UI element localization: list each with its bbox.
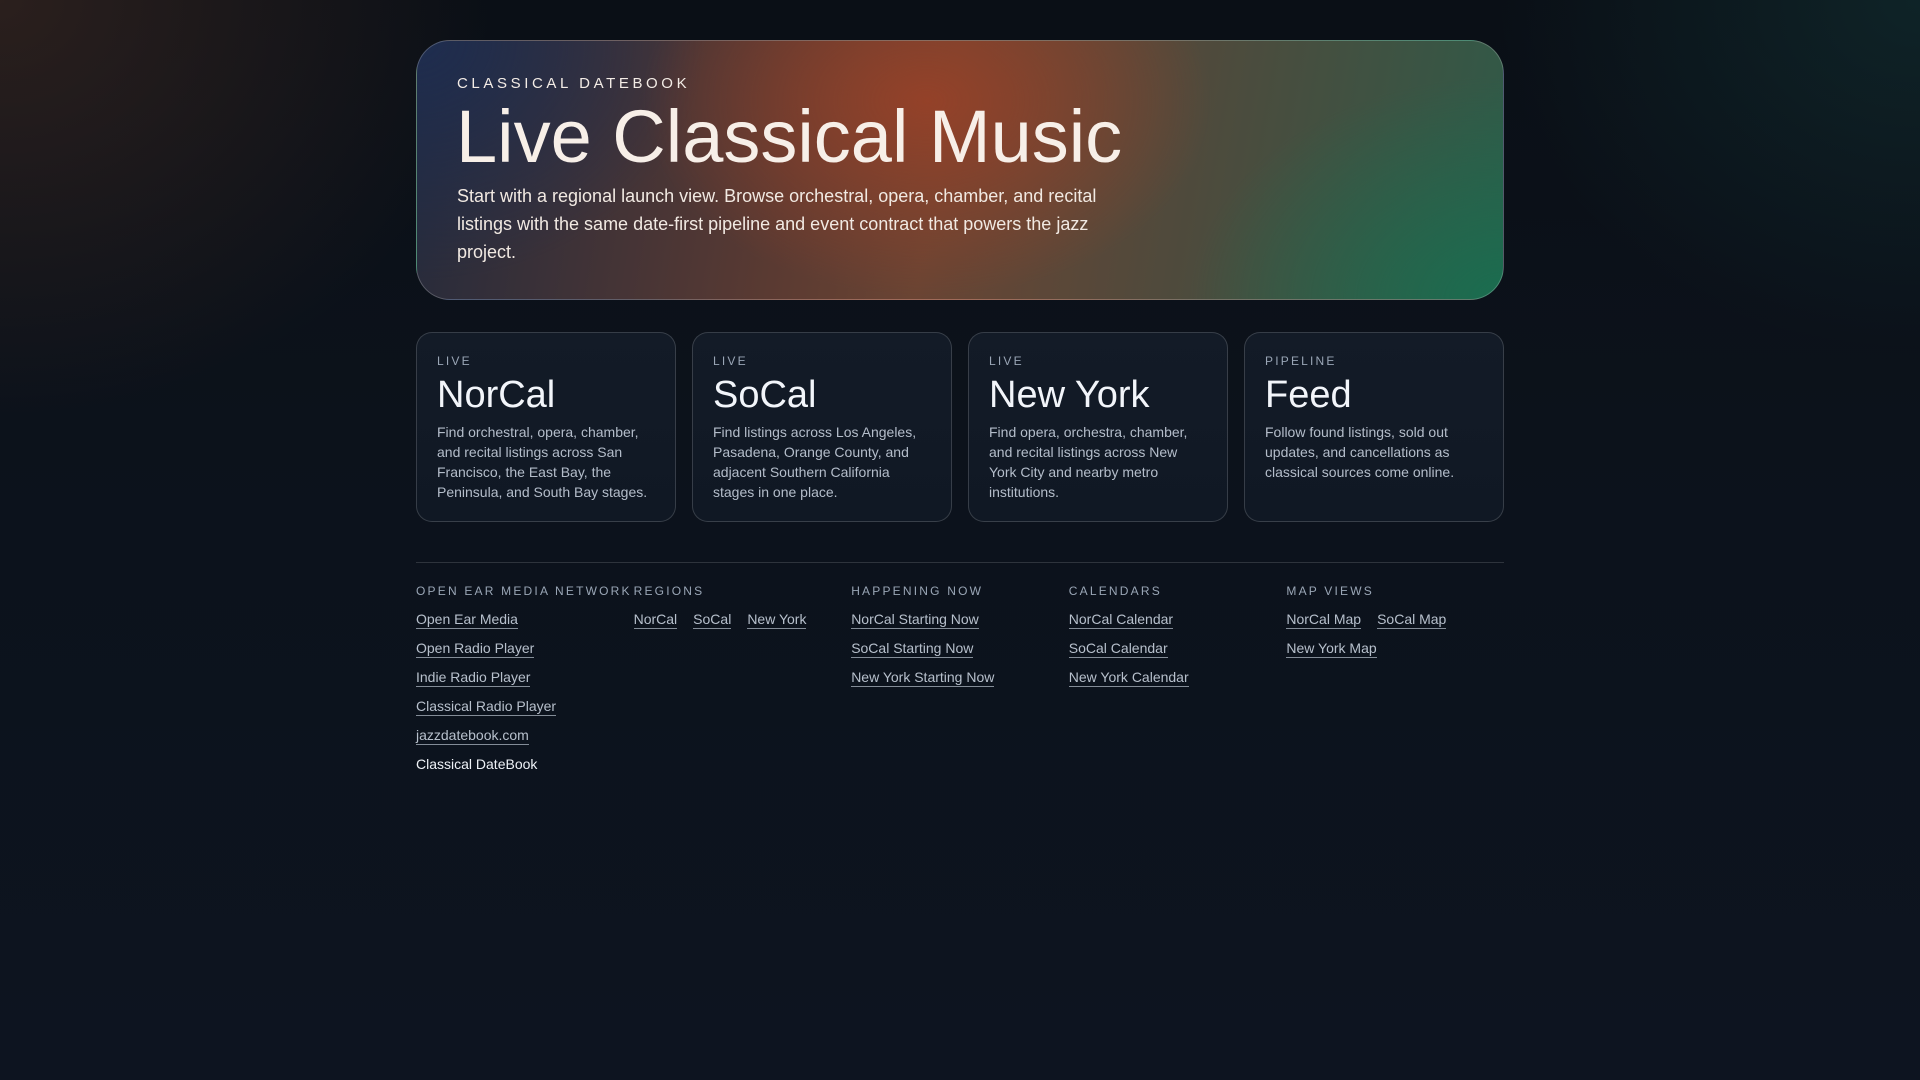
- link-new-york-map[interactable]: New York Map: [1286, 639, 1377, 658]
- card-tag: LIVE: [437, 354, 472, 368]
- page-container: CLASSICAL DATEBOOK Live Classical Music …: [416, 40, 1504, 772]
- link-socal-map[interactable]: SoCal Map: [1377, 610, 1447, 629]
- footer-heading: CALENDARS: [1068, 584, 1162, 598]
- link-open-radio-player[interactable]: Open Radio Player: [416, 639, 535, 658]
- hero-description: Start with a regional launch view. Brows…: [457, 186, 1097, 262]
- footer-column-regions: REGIONS NorCal SoCal New York: [633, 584, 852, 783]
- card-description: Follow found listings, sold out updates,…: [1265, 424, 1455, 480]
- link-region-new-york[interactable]: New York: [747, 610, 807, 629]
- card-tag: LIVE: [713, 354, 748, 368]
- link-norcal-calendar[interactable]: NorCal Calendar: [1068, 610, 1174, 629]
- site-footer: OPEN EAR MEDIA NETWORK Open Ear Media Op…: [416, 584, 1504, 783]
- footer-heading: MAP VIEWS: [1286, 584, 1374, 598]
- card-feed[interactable]: PIPELINE Feed Follow found listings, sol…: [1244, 332, 1504, 522]
- card-title: Feed: [1265, 374, 1352, 416]
- card-title: SoCal: [713, 374, 817, 416]
- region-cards: LIVE NorCal Find orchestral, opera, cham…: [416, 332, 1504, 522]
- link-socal-starting-now[interactable]: SoCal Starting Now: [851, 639, 974, 658]
- hero-eyebrow: CLASSICAL DATEBOOK: [457, 75, 691, 92]
- footer-heading: HAPPENING NOW: [851, 584, 984, 598]
- link-norcal-starting-now[interactable]: NorCal Starting Now: [851, 610, 979, 629]
- footer-link-list: Open Ear Media Open Radio Player Indie R…: [416, 610, 634, 773]
- footer-column-network: OPEN EAR MEDIA NETWORK Open Ear Media Op…: [416, 584, 634, 783]
- link-socal-calendar[interactable]: SoCal Calendar: [1068, 639, 1168, 658]
- card-description: Find opera, orchestra, chamber, and reci…: [989, 424, 1188, 500]
- link-region-socal[interactable]: SoCal: [693, 610, 732, 629]
- link-jazzdatebook[interactable]: jazzdatebook.com: [416, 726, 529, 745]
- card-norcal[interactable]: LIVE NorCal Find orchestral, opera, cham…: [416, 332, 676, 522]
- page-title: Live Classical Music: [456, 95, 1123, 178]
- footer-link-list: NorCal SoCal New York: [633, 610, 852, 629]
- footer-column-map-views: MAP VIEWS NorCal Map SoCal Map New York …: [1286, 584, 1504, 783]
- link-region-norcal[interactable]: NorCal: [633, 610, 678, 629]
- link-classical-radio-player[interactable]: Classical Radio Player: [416, 697, 557, 716]
- footer-link-list: NorCal Starting Now SoCal Starting Now N…: [851, 610, 1069, 687]
- footer-heading: OPEN EAR MEDIA NETWORK: [416, 584, 632, 598]
- link-indie-radio-player[interactable]: Indie Radio Player: [416, 668, 531, 687]
- hero-banner: CLASSICAL DATEBOOK Live Classical Music …: [416, 40, 1504, 300]
- card-title: New York: [989, 374, 1150, 416]
- card-tag: PIPELINE: [1265, 354, 1337, 368]
- footer-divider: [416, 562, 1504, 563]
- link-new-york-starting-now[interactable]: New York Starting Now: [851, 668, 995, 687]
- link-new-york-calendar[interactable]: New York Calendar: [1068, 668, 1189, 687]
- card-description: Find orchestral, opera, chamber, and rec…: [437, 424, 648, 500]
- footer-column-calendars: CALENDARS NorCal Calendar SoCal Calendar…: [1068, 584, 1287, 783]
- footer-heading: REGIONS: [633, 584, 705, 598]
- current-site-label: Classical DateBook: [416, 756, 538, 772]
- footer-link-list: NorCal Map SoCal Map New York Map: [1286, 610, 1504, 658]
- link-norcal-map[interactable]: NorCal Map: [1286, 610, 1362, 629]
- card-description: Find listings across Los Angeles, Pasade…: [713, 424, 917, 500]
- footer-link-list: NorCal Calendar SoCal Calendar New York …: [1068, 610, 1287, 687]
- card-socal[interactable]: LIVE SoCal Find listings across Los Ange…: [692, 332, 952, 522]
- link-open-ear-media[interactable]: Open Ear Media: [416, 610, 518, 629]
- card-title: NorCal: [437, 374, 556, 416]
- footer-column-happening-now: HAPPENING NOW NorCal Starting Now SoCal …: [851, 584, 1069, 783]
- card-tag: LIVE: [989, 354, 1024, 368]
- card-new-york[interactable]: LIVE New York Find opera, orchestra, cha…: [968, 332, 1228, 522]
